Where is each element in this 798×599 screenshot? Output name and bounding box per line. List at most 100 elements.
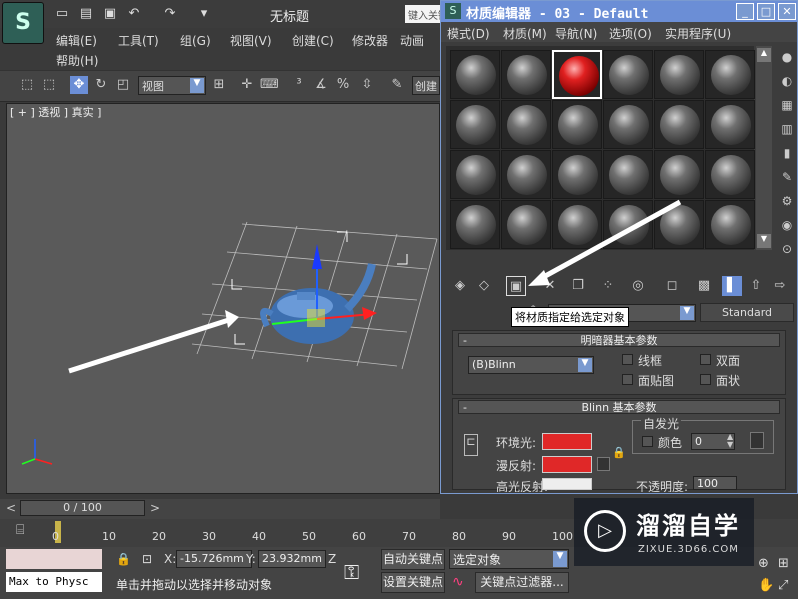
faceted-checkbox[interactable] — [700, 374, 711, 385]
material-sample-slot[interactable] — [501, 50, 551, 99]
menu-tools[interactable]: 工具(T) — [118, 32, 159, 49]
scroll-down-icon[interactable]: ▼ — [757, 234, 771, 248]
mini-curve-editor-icon[interactable]: ⌸ — [16, 522, 24, 538]
auto-key-button[interactable]: 自动关键点 — [381, 549, 445, 570]
zoom-all-icon[interactable]: ⊞ — [778, 556, 789, 571]
spinner-snap-icon[interactable]: ⇳ — [358, 76, 376, 94]
viewport-label[interactable]: [ + ] 透视 ] 真实 ] — [10, 104, 101, 120]
show-map-in-viewport-icon[interactable]: ▩ — [694, 276, 714, 296]
material-sample-slot[interactable] — [654, 50, 704, 99]
me-menu-material[interactable]: 材质(M) — [503, 25, 547, 42]
self-illum-color-checkbox[interactable] — [642, 436, 653, 447]
maxscript-mini-listener[interactable]: Max to Physc — [6, 572, 102, 592]
named-selection-set-field[interactable]: 创建 — [412, 76, 440, 95]
menu-views[interactable]: 视图(V) — [230, 32, 272, 49]
dropdown-icon[interactable]: ▾ — [196, 6, 212, 22]
reset-map-icon[interactable]: ✕ — [540, 276, 560, 296]
material-sample-slot[interactable] — [552, 200, 602, 249]
material-sample-slot[interactable] — [450, 200, 500, 249]
material-sample-slot[interactable] — [705, 200, 755, 249]
menu-group[interactable]: 组(G) — [180, 32, 211, 49]
me-menu-modes[interactable]: 模式(D) — [447, 25, 490, 42]
put-to-scene-icon[interactable]: ◇ — [474, 276, 494, 296]
sample-slots-scrollbar[interactable]: ▲ ▼ — [756, 46, 772, 250]
undo-icon[interactable]: ↶ — [126, 6, 142, 22]
material-sample-slot[interactable] — [552, 150, 602, 199]
menu-modifiers[interactable]: 修改器 — [352, 32, 388, 49]
material-sample-slot[interactable] — [603, 50, 653, 99]
key-mode-select[interactable]: 选定对象 ▼ — [449, 549, 569, 569]
percent-snap-icon[interactable]: % — [334, 76, 352, 94]
menu-edit[interactable]: 编辑(E) — [56, 32, 97, 49]
sample-uv-tiling-icon[interactable]: ▥ — [778, 122, 796, 140]
lock-selection-icon[interactable]: 🔒 — [116, 552, 131, 566]
material-sample-slot[interactable] — [603, 150, 653, 199]
search-input[interactable]: 键入关键字 — [405, 5, 440, 23]
copy-material-icon[interactable]: ❐ — [568, 276, 588, 296]
set-key-icon[interactable]: ⚿ — [344, 560, 359, 584]
select-scale-icon[interactable]: ◰ — [114, 76, 132, 94]
close-icon[interactable]: ✕ — [778, 3, 796, 20]
material-sample-slot[interactable] — [501, 100, 551, 149]
absolute-mode-icon[interactable]: ⊡ — [142, 552, 152, 566]
app-logo-button[interactable]: S — [2, 2, 44, 44]
material-sample-slot[interactable] — [450, 50, 500, 99]
material-type-button[interactable]: Standard — [700, 303, 794, 322]
window-crossing-icon[interactable]: ⬚ — [40, 76, 58, 94]
put-to-library-icon[interactable]: ◎ — [628, 276, 648, 296]
material-sample-slot[interactable] — [501, 150, 551, 199]
maxscript-listener-top[interactable] — [6, 549, 102, 569]
me-menu-utilities[interactable]: 实用程序(U) — [665, 25, 731, 42]
video-color-check-icon[interactable]: ▮ — [778, 146, 796, 164]
angle-snap-icon[interactable]: ∡ — [312, 76, 330, 94]
material-sample-slot[interactable] — [705, 50, 755, 99]
shader-type-select[interactable]: (B)Blinn ▼ — [468, 356, 594, 374]
two-sided-checkbox[interactable] — [700, 354, 711, 365]
material-sample-slot[interactable] — [552, 100, 602, 149]
diffuse-map-button[interactable] — [597, 457, 610, 471]
key-filters-button[interactable]: 关键点过滤器... — [475, 572, 569, 593]
diffuse-color-swatch[interactable] — [542, 456, 592, 473]
time-slider[interactable]: 0 / 100 — [20, 500, 145, 516]
material-sample-slot[interactable] — [654, 100, 704, 149]
menu-help[interactable]: 帮助(H) — [56, 52, 98, 69]
redo-icon[interactable]: ↷ — [162, 6, 178, 22]
maximize-viewport-icon[interactable]: ⤢ — [778, 578, 788, 593]
reference-coordinate-select[interactable]: 视图 ▼ — [138, 76, 206, 95]
get-material-icon[interactable]: ◈ — [450, 276, 470, 296]
material-sample-slot[interactable] — [501, 200, 551, 249]
material-sample-slot[interactable] — [603, 200, 653, 249]
lock-icon[interactable]: 🔒 — [612, 446, 626, 459]
edit-named-selection-icon[interactable]: ✎ — [388, 76, 406, 94]
select-move-icon[interactable]: ✥ — [70, 76, 88, 94]
material-map-navigator-icon[interactable]: ⊙ — [778, 242, 796, 260]
shader-rollout-header[interactable]: - 明暗器基本参数 — [458, 333, 780, 347]
y-coordinate-field[interactable]: 23.932mm — [258, 550, 326, 568]
spinner-icon[interactable]: ▲ ▼ — [727, 433, 733, 449]
blinn-rollout-header[interactable]: - Blinn 基本参数 — [458, 400, 780, 414]
perspective-viewport[interactable] — [6, 103, 440, 494]
default-tangent-icon[interactable]: ∿ — [452, 574, 464, 590]
save-icon[interactable]: ▣ — [102, 6, 118, 22]
me-menu-options[interactable]: 选项(O) — [609, 25, 652, 42]
open-icon[interactable]: ▤ — [78, 6, 94, 22]
keyboard-shortcut-icon[interactable]: ⌨ — [260, 76, 279, 94]
lock-ambient-diffuse-icon[interactable]: ⊏ — [464, 434, 478, 456]
zoom-icon[interactable]: ⊕ — [758, 556, 769, 571]
snap-toggle-icon[interactable]: ³ — [290, 76, 308, 94]
new-icon[interactable]: ▭ — [54, 6, 70, 22]
make-preview-icon[interactable]: ✎ — [778, 170, 796, 188]
select-rotate-icon[interactable]: ↻ — [92, 76, 110, 94]
assign-material-to-selection-icon[interactable]: ▣ — [506, 276, 526, 296]
face-map-checkbox[interactable] — [622, 374, 633, 385]
pan-icon[interactable]: ✋ — [758, 578, 774, 593]
scroll-up-icon[interactable]: ▲ — [757, 48, 771, 62]
menu-create[interactable]: 创建(C) — [292, 32, 334, 49]
self-illum-map-button[interactable] — [750, 432, 764, 449]
material-sample-slot[interactable] — [705, 100, 755, 149]
go-forward-to-sibling-icon[interactable]: ⇨ — [770, 276, 790, 296]
pivot-center-icon[interactable]: ⊞ — [210, 76, 228, 94]
material-sample-slot[interactable] — [552, 50, 602, 99]
minimize-icon[interactable]: _ — [736, 3, 754, 20]
material-sample-slot[interactable] — [450, 100, 500, 149]
